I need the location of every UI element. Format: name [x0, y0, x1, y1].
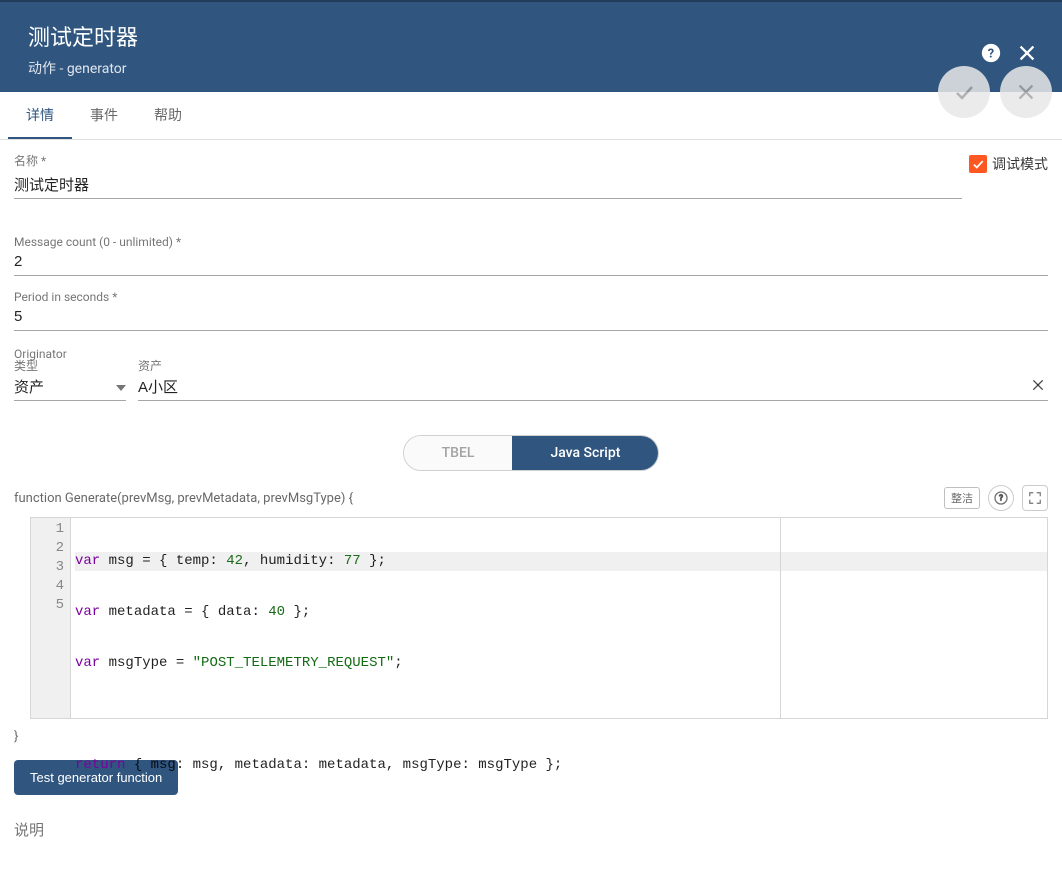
- code-body[interactable]: var msg = { temp: 42, humidity: 77 }; va…: [71, 518, 1047, 718]
- msgcount-label: Message count (0 - unlimited) *: [14, 235, 1048, 249]
- fullscreen-icon[interactable]: [1022, 485, 1048, 511]
- tab-bar: 详情 事件 帮助: [0, 92, 1062, 140]
- chevron-down-icon[interactable]: [116, 379, 126, 395]
- asset-input[interactable]: [138, 374, 1048, 401]
- tidy-button[interactable]: 整洁: [944, 487, 980, 509]
- debug-label: 调试模式: [992, 154, 1048, 174]
- svg-text:?: ?: [988, 47, 994, 62]
- editor-help-icon[interactable]: ?: [988, 485, 1014, 511]
- apply-fab[interactable]: [938, 66, 990, 118]
- period-input[interactable]: [14, 304, 1048, 331]
- lang-tbel[interactable]: TBEL: [404, 436, 513, 470]
- tab-details[interactable]: 详情: [8, 92, 72, 139]
- lang-toggle: TBEL Java Script: [14, 435, 1048, 471]
- clear-asset-icon[interactable]: [1030, 377, 1046, 397]
- cancel-fab[interactable]: [1000, 66, 1052, 118]
- type-select[interactable]: [14, 374, 126, 401]
- help-icon[interactable]: ?: [980, 42, 1002, 64]
- close-icon[interactable]: [1016, 42, 1038, 64]
- name-label: 名称 *: [14, 152, 962, 169]
- debug-checkbox[interactable]: [969, 155, 987, 173]
- dialog-header: 测试定时器 动作 - generator ?: [0, 0, 1062, 92]
- tab-events[interactable]: 事件: [72, 92, 136, 139]
- function-signature: function Generate(prevMsg, prevMetadata,…: [14, 491, 353, 506]
- type-label: 类型: [14, 357, 126, 374]
- svg-text:?: ?: [999, 494, 1003, 503]
- code-gutter: 1 2 3 4 5: [31, 518, 71, 718]
- tab-help[interactable]: 帮助: [136, 92, 200, 139]
- asset-label: 资产: [138, 357, 1048, 374]
- period-label: Period in seconds *: [14, 290, 1048, 304]
- dialog-title: 测试定时器: [28, 20, 138, 52]
- msgcount-input[interactable]: [14, 249, 1048, 276]
- lang-js[interactable]: Java Script: [512, 436, 658, 470]
- dialog-subtitle: 动作 - generator: [28, 58, 138, 78]
- name-input[interactable]: [14, 172, 962, 199]
- code-editor[interactable]: 1 2 3 4 5 var msg = { temp: 42, humidity…: [30, 517, 1048, 719]
